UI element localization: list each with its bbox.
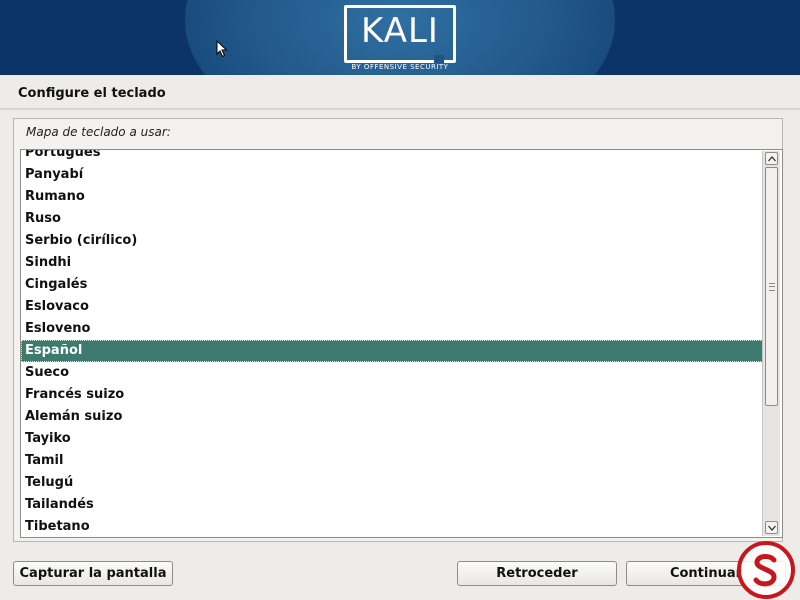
capture-screen-button[interactable]: Capturar la pantalla <box>13 561 173 586</box>
list-item[interactable]: Serbio (cirílico) <box>21 230 763 252</box>
page-title: Configure el teclado <box>18 86 166 101</box>
list-item[interactable]: Esloveno <box>21 318 763 340</box>
logo-notch <box>434 55 444 63</box>
list-item[interactable]: Alemán suizo <box>21 406 763 428</box>
chevron-down-icon <box>768 525 776 531</box>
scroll-track[interactable] <box>765 167 778 519</box>
list-item[interactable]: Tamil <box>21 450 763 472</box>
list-item[interactable]: Ruso <box>21 208 763 230</box>
back-button[interactable]: Retroceder <box>457 561 617 586</box>
logo-subtitle: BY OFFENSIVE SECURITY <box>351 63 449 71</box>
list-item-selected[interactable]: Español <box>21 340 763 362</box>
list-item[interactable]: Tailandés <box>21 494 763 516</box>
kali-logo: KALI BY OFFENSIVE SECURITY <box>344 5 456 75</box>
mouse-pointer-icon <box>216 40 228 58</box>
scroll-thumb[interactable] <box>765 167 778 406</box>
list-item[interactable]: Francés suizo <box>21 384 763 406</box>
list-item[interactable]: Cingalés <box>21 274 763 296</box>
header-banner: KALI BY OFFENSIVE SECURITY <box>0 0 800 75</box>
list-item[interactable]: Sueco <box>21 362 763 384</box>
chevron-up-icon <box>768 156 776 162</box>
list-item[interactable]: Portugués <box>21 150 763 164</box>
scroll-grip-icon <box>769 282 775 291</box>
list-item[interactable]: Eslovaco <box>21 296 763 318</box>
list-item[interactable]: Telugú <box>21 472 763 494</box>
solvetic-logo-icon <box>737 541 795 599</box>
title-divider <box>0 108 800 110</box>
list-item[interactable]: Tayiko <box>21 428 763 450</box>
scroll-down-button[interactable] <box>765 521 778 534</box>
scroll-up-button[interactable] <box>765 152 778 165</box>
list-item[interactable]: Tibetano <box>21 516 763 537</box>
keymap-listbox[interactable]: Portugués Panyabí Rumano Ruso Serbio (ciríli… <box>20 149 783 538</box>
logo-text: KALI <box>361 11 439 51</box>
list-item[interactable]: Rumano <box>21 186 763 208</box>
list-item[interactable]: Panyabí <box>21 164 763 186</box>
list-item[interactable]: Sindhi <box>21 252 763 274</box>
keymap-list: Portugués Panyabí Rumano Ruso Serbio (ciríli… <box>21 150 763 537</box>
scrollbar[interactable] <box>762 151 780 536</box>
keymap-label: Mapa de teclado a usar: <box>26 125 171 139</box>
